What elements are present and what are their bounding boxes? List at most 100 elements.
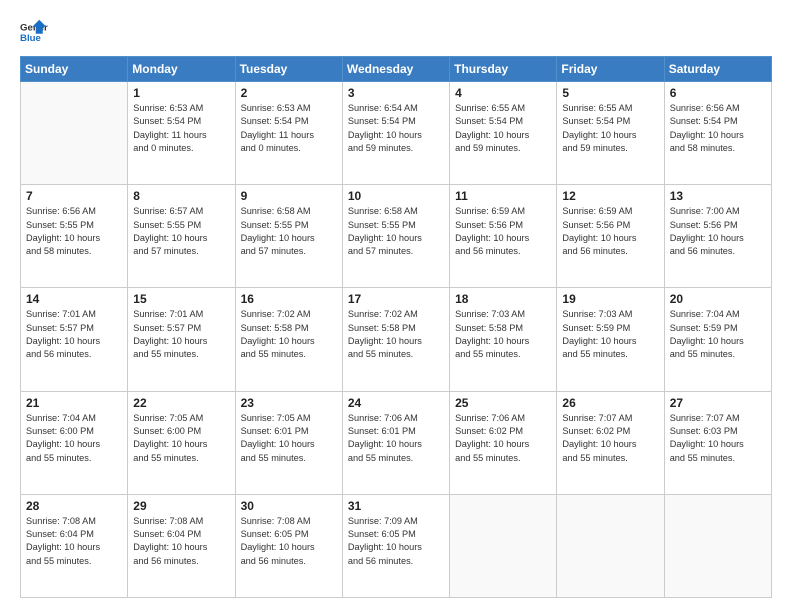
calendar-cell: 2 Sunrise: 6:53 AMSunset: 5:54 PMDaylight… <box>235 82 342 185</box>
day-number: 9 <box>241 189 337 203</box>
calendar-cell: 1 Sunrise: 6:53 AMSunset: 5:54 PMDaylight… <box>128 82 235 185</box>
calendar-cell: 10Sunrise: 6:58 AMSunset: 5:55 PMDayligh… <box>342 185 449 288</box>
day-info: Sunrise: 7:08 AMSunset: 6:05 PMDaylight:… <box>241 515 337 568</box>
calendar-header-row: SundayMondayTuesdayWednesdayThursdayFrid… <box>21 57 772 82</box>
day-number: 22 <box>133 396 229 410</box>
svg-text:Blue: Blue <box>20 33 41 44</box>
calendar-cell: 12 Sunrise: 6:59 AMSunset: 5:56 PMDayligh… <box>557 185 664 288</box>
day-number: 31 <box>348 499 444 513</box>
day-number: 27 <box>670 396 766 410</box>
calendar-week-row: 21 Sunrise: 7:04 AMSunset: 6:00 PMDayligh… <box>21 391 772 494</box>
day-info: Sunrise: 7:08 AMSunset: 6:04 PMDaylight:… <box>133 515 229 568</box>
day-info: Sunrise: 7:01 AMSunset: 5:57 PMDaylight:… <box>133 308 229 361</box>
calendar-cell <box>450 494 557 597</box>
calendar-cell: 27 Sunrise: 7:07 AMSunset: 6:03 PMDayligh… <box>664 391 771 494</box>
calendar-day-header: Wednesday <box>342 57 449 82</box>
calendar-cell: 11 Sunrise: 6:59 AMSunset: 5:56 PMDayligh… <box>450 185 557 288</box>
day-info: Sunrise: 7:00 AMSunset: 5:56 PMDaylight:… <box>670 205 766 258</box>
day-info: Sunrise: 7:06 AMSunset: 6:01 PMDaylight:… <box>348 412 444 465</box>
day-info: Sunrise: 7:01 AMSunset: 5:57 PMDaylight:… <box>26 308 122 361</box>
calendar-cell: 6Sunrise: 6:56 AMSunset: 5:54 PMDaylight… <box>664 82 771 185</box>
day-info: Sunrise: 6:57 AMSunset: 5:55 PMDaylight:… <box>133 205 229 258</box>
day-info: Sunrise: 7:06 AMSunset: 6:02 PMDaylight:… <box>455 412 551 465</box>
day-number: 12 <box>562 189 658 203</box>
day-number: 25 <box>455 396 551 410</box>
calendar-day-header: Monday <box>128 57 235 82</box>
calendar-cell: 31 Sunrise: 7:09 AMSunset: 6:05 PMDayligh… <box>342 494 449 597</box>
day-number: 8 <box>133 189 229 203</box>
day-info: Sunrise: 6:53 AMSunset: 5:54 PMDaylight:… <box>241 102 337 155</box>
day-info: Sunrise: 6:53 AMSunset: 5:54 PMDaylight:… <box>133 102 229 155</box>
calendar-cell: 5 Sunrise: 6:55 AMSunset: 5:54 PMDaylight… <box>557 82 664 185</box>
day-number: 13 <box>670 189 766 203</box>
day-number: 18 <box>455 292 551 306</box>
day-info: Sunrise: 7:02 AMSunset: 5:58 PMDaylight:… <box>241 308 337 361</box>
day-number: 15 <box>133 292 229 306</box>
calendar-cell: 29 Sunrise: 7:08 AMSunset: 6:04 PMDayligh… <box>128 494 235 597</box>
day-number: 1 <box>133 86 229 100</box>
calendar-cell: 19 Sunrise: 7:03 AMSunset: 5:59 PMDayligh… <box>557 288 664 391</box>
day-number: 7 <box>26 189 122 203</box>
calendar-day-header: Tuesday <box>235 57 342 82</box>
calendar-cell: 17 Sunrise: 7:02 AMSunset: 5:58 PMDayligh… <box>342 288 449 391</box>
calendar-cell: 3Sunrise: 6:54 AMSunset: 5:54 PMDaylight… <box>342 82 449 185</box>
day-number: 4 <box>455 86 551 100</box>
calendar-day-header: Saturday <box>664 57 771 82</box>
calendar-cell: 8 Sunrise: 6:57 AMSunset: 5:55 PMDaylight… <box>128 185 235 288</box>
calendar-cell: 14 Sunrise: 7:01 AMSunset: 5:57 PMDayligh… <box>21 288 128 391</box>
calendar-cell: 26 Sunrise: 7:07 AMSunset: 6:02 PMDayligh… <box>557 391 664 494</box>
day-number: 6 <box>670 86 766 100</box>
calendar-table: SundayMondayTuesdayWednesdayThursdayFrid… <box>20 56 772 598</box>
day-info: Sunrise: 6:59 AMSunset: 5:56 PMDaylight:… <box>562 205 658 258</box>
day-info: Sunrise: 7:03 AMSunset: 5:59 PMDaylight:… <box>562 308 658 361</box>
day-number: 16 <box>241 292 337 306</box>
logo: General Blue <box>20 18 50 46</box>
day-info: Sunrise: 7:04 AMSunset: 5:59 PMDaylight:… <box>670 308 766 361</box>
calendar-cell: 22 Sunrise: 7:05 AMSunset: 6:00 PMDayligh… <box>128 391 235 494</box>
calendar-cell: 18 Sunrise: 7:03 AMSunset: 5:58 PMDayligh… <box>450 288 557 391</box>
calendar-cell: 30Sunrise: 7:08 AMSunset: 6:05 PMDayligh… <box>235 494 342 597</box>
day-info: Sunrise: 6:59 AMSunset: 5:56 PMDaylight:… <box>455 205 551 258</box>
calendar-week-row: 14 Sunrise: 7:01 AMSunset: 5:57 PMDayligh… <box>21 288 772 391</box>
day-number: 17 <box>348 292 444 306</box>
day-number: 14 <box>26 292 122 306</box>
day-info: Sunrise: 7:05 AMSunset: 6:00 PMDaylight:… <box>133 412 229 465</box>
day-info: Sunrise: 6:55 AMSunset: 5:54 PMDaylight:… <box>562 102 658 155</box>
day-number: 2 <box>241 86 337 100</box>
day-number: 28 <box>26 499 122 513</box>
day-number: 19 <box>562 292 658 306</box>
day-number: 5 <box>562 86 658 100</box>
calendar-day-header: Thursday <box>450 57 557 82</box>
calendar-cell: 15 Sunrise: 7:01 AMSunset: 5:57 PMDayligh… <box>128 288 235 391</box>
day-number: 23 <box>241 396 337 410</box>
day-number: 24 <box>348 396 444 410</box>
day-info: Sunrise: 7:05 AMSunset: 6:01 PMDaylight:… <box>241 412 337 465</box>
day-info: Sunrise: 7:07 AMSunset: 6:03 PMDaylight:… <box>670 412 766 465</box>
calendar-cell: 21 Sunrise: 7:04 AMSunset: 6:00 PMDayligh… <box>21 391 128 494</box>
day-info: Sunrise: 7:02 AMSunset: 5:58 PMDaylight:… <box>348 308 444 361</box>
day-info: Sunrise: 7:07 AMSunset: 6:02 PMDaylight:… <box>562 412 658 465</box>
day-info: Sunrise: 6:56 AMSunset: 5:55 PMDaylight:… <box>26 205 122 258</box>
calendar-cell: 28Sunrise: 7:08 AMSunset: 6:04 PMDayligh… <box>21 494 128 597</box>
calendar-cell: 25 Sunrise: 7:06 AMSunset: 6:02 PMDayligh… <box>450 391 557 494</box>
day-info: Sunrise: 7:04 AMSunset: 6:00 PMDaylight:… <box>26 412 122 465</box>
day-number: 26 <box>562 396 658 410</box>
day-info: Sunrise: 6:58 AMSunset: 5:55 PMDaylight:… <box>348 205 444 258</box>
day-number: 11 <box>455 189 551 203</box>
logo-icon: General Blue <box>20 18 48 46</box>
calendar-cell: 13 Sunrise: 7:00 AMSunset: 5:56 PMDayligh… <box>664 185 771 288</box>
page-header: General Blue <box>20 18 772 46</box>
day-info: Sunrise: 6:54 AMSunset: 5:54 PMDaylight:… <box>348 102 444 155</box>
calendar-cell: 23 Sunrise: 7:05 AMSunset: 6:01 PMDayligh… <box>235 391 342 494</box>
calendar-week-row: 7 Sunrise: 6:56 AMSunset: 5:55 PMDaylight… <box>21 185 772 288</box>
calendar-cell: 7 Sunrise: 6:56 AMSunset: 5:55 PMDaylight… <box>21 185 128 288</box>
calendar-cell: 9Sunrise: 6:58 AMSunset: 5:55 PMDaylight… <box>235 185 342 288</box>
day-number: 29 <box>133 499 229 513</box>
calendar-cell <box>664 494 771 597</box>
calendar-cell <box>557 494 664 597</box>
day-number: 21 <box>26 396 122 410</box>
day-info: Sunrise: 7:09 AMSunset: 6:05 PMDaylight:… <box>348 515 444 568</box>
day-info: Sunrise: 7:03 AMSunset: 5:58 PMDaylight:… <box>455 308 551 361</box>
calendar-cell <box>21 82 128 185</box>
calendar-cell: 16 Sunrise: 7:02 AMSunset: 5:58 PMDayligh… <box>235 288 342 391</box>
